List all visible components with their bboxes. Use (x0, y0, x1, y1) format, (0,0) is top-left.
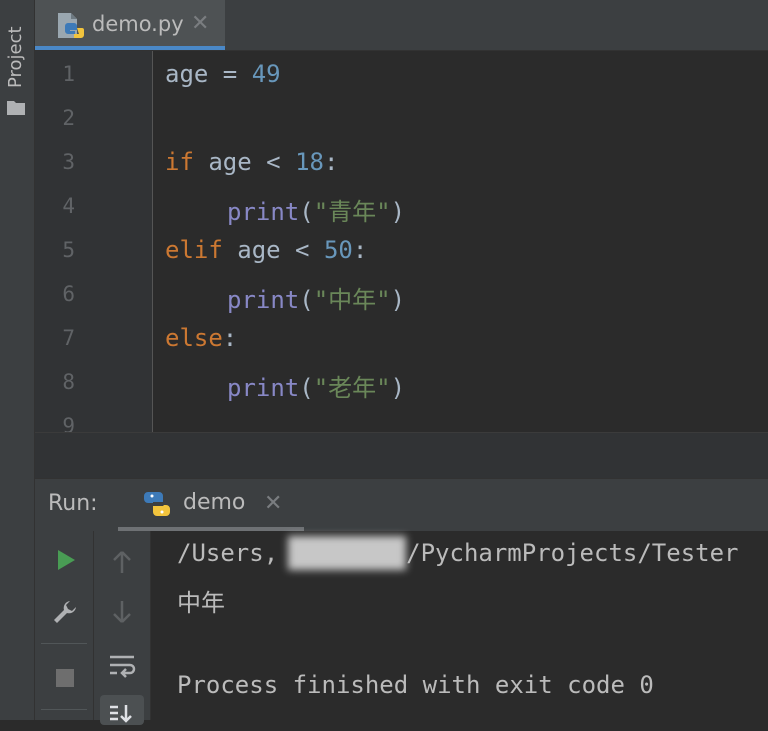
run-tab-label: demo (183, 490, 246, 515)
code-line-3: if age < 18: (165, 148, 338, 176)
code-punct: ( (299, 286, 314, 314)
project-tool-strip: Project (0, 0, 35, 720)
run-tab-close-icon[interactable]: ✕ (264, 491, 282, 516)
code-line-7: else: (165, 324, 237, 352)
code-builtin: print (227, 286, 300, 314)
scroll-to-end-button[interactable] (100, 695, 144, 725)
code-string: "青年" (313, 198, 391, 226)
scroll-to-end-icon (110, 705, 132, 723)
line-number: 9 (62, 414, 75, 432)
editor-tab-bar: demo.py ✕ (35, 0, 768, 51)
code-number: 18 (295, 148, 324, 176)
line-number: 2 (62, 106, 75, 130)
code-operator: = (208, 60, 252, 88)
console-path-end: /PycharmProjects/Tester (406, 539, 739, 567)
code-text: age < (193, 148, 296, 176)
run-icon[interactable] (50, 545, 80, 575)
code-keyword: else (165, 324, 223, 352)
redaction-blur (288, 536, 406, 570)
arrow-down-icon[interactable] (107, 597, 137, 627)
editor-footer (35, 432, 768, 479)
line-number: 3 (62, 150, 75, 174)
line-number: 8 (62, 370, 75, 394)
arrow-up-icon[interactable] (107, 547, 137, 577)
wrench-icon[interactable] (50, 597, 80, 627)
console-exit-message: Process finished with exit code 0 (177, 671, 654, 699)
line-number: 7 (62, 326, 75, 350)
stop-icon[interactable] (50, 663, 80, 693)
code-string: "老年" (313, 374, 391, 402)
code-editor[interactable]: 1 2 3 4 5 6 7 8 9 age = 49 if age < 18: … (35, 51, 768, 432)
console-output-line: 中年 (177, 589, 225, 617)
python-file-icon (58, 13, 84, 38)
code-builtin: print (227, 374, 300, 402)
project-tool-button[interactable]: Project (5, 26, 26, 88)
run-panel-title: Run: (48, 491, 98, 516)
code-punct: ( (299, 374, 314, 402)
code-builtin: print (227, 198, 300, 226)
code-line-8: print("老年") (227, 368, 405, 403)
tab-label: demo.py (92, 12, 184, 36)
python-icon (144, 492, 170, 516)
code-keyword: if (165, 148, 194, 176)
code-keyword: elif (165, 236, 223, 264)
tab-close-icon[interactable]: ✕ (191, 11, 209, 36)
toolbar-divider (41, 709, 87, 710)
run-toolbar-secondary (94, 531, 151, 725)
run-tab-demo[interactable]: demo ✕ (118, 479, 304, 531)
line-number: 1 (62, 62, 75, 86)
code-punct: ( (299, 198, 314, 226)
code-punct: ) (390, 286, 406, 314)
code-number: 50 (323, 236, 353, 264)
toolbar-divider (41, 643, 87, 644)
code-punct: ) (390, 374, 406, 402)
code-punct: ) (390, 198, 406, 226)
line-number: 5 (62, 238, 75, 262)
code-punct: : (323, 148, 339, 176)
tab-demo-py[interactable]: demo.py ✕ (35, 0, 225, 50)
code-identifier: age (165, 60, 209, 88)
code-punct: : (222, 324, 238, 352)
code-text: age < (222, 236, 324, 264)
line-number: 6 (62, 282, 75, 306)
console-path-line: /Users, /PycharmProjects/Tester (177, 539, 739, 567)
run-panel-header: Run: demo ✕ (35, 478, 768, 532)
code-line-4: print("青年") (227, 192, 405, 227)
console-path-start: /Users, (177, 539, 279, 567)
code-line-1: age = 49 (165, 60, 281, 88)
soft-wrap-icon[interactable] (107, 651, 137, 681)
run-toolbar-primary (35, 531, 94, 720)
code-line-5: elif age < 50: (165, 236, 367, 264)
line-number-gutter: 1 2 3 4 5 6 7 8 9 (35, 51, 153, 432)
code-punct: : (352, 236, 368, 264)
line-number: 4 (62, 194, 75, 218)
folder-icon[interactable] (6, 98, 26, 116)
run-console[interactable]: /Users, /PycharmProjects/Tester 中年 Proces… (151, 531, 768, 720)
code-line-6: print("中年") (227, 280, 405, 315)
code-string: "中年" (313, 286, 391, 314)
code-number: 49 (251, 60, 281, 88)
